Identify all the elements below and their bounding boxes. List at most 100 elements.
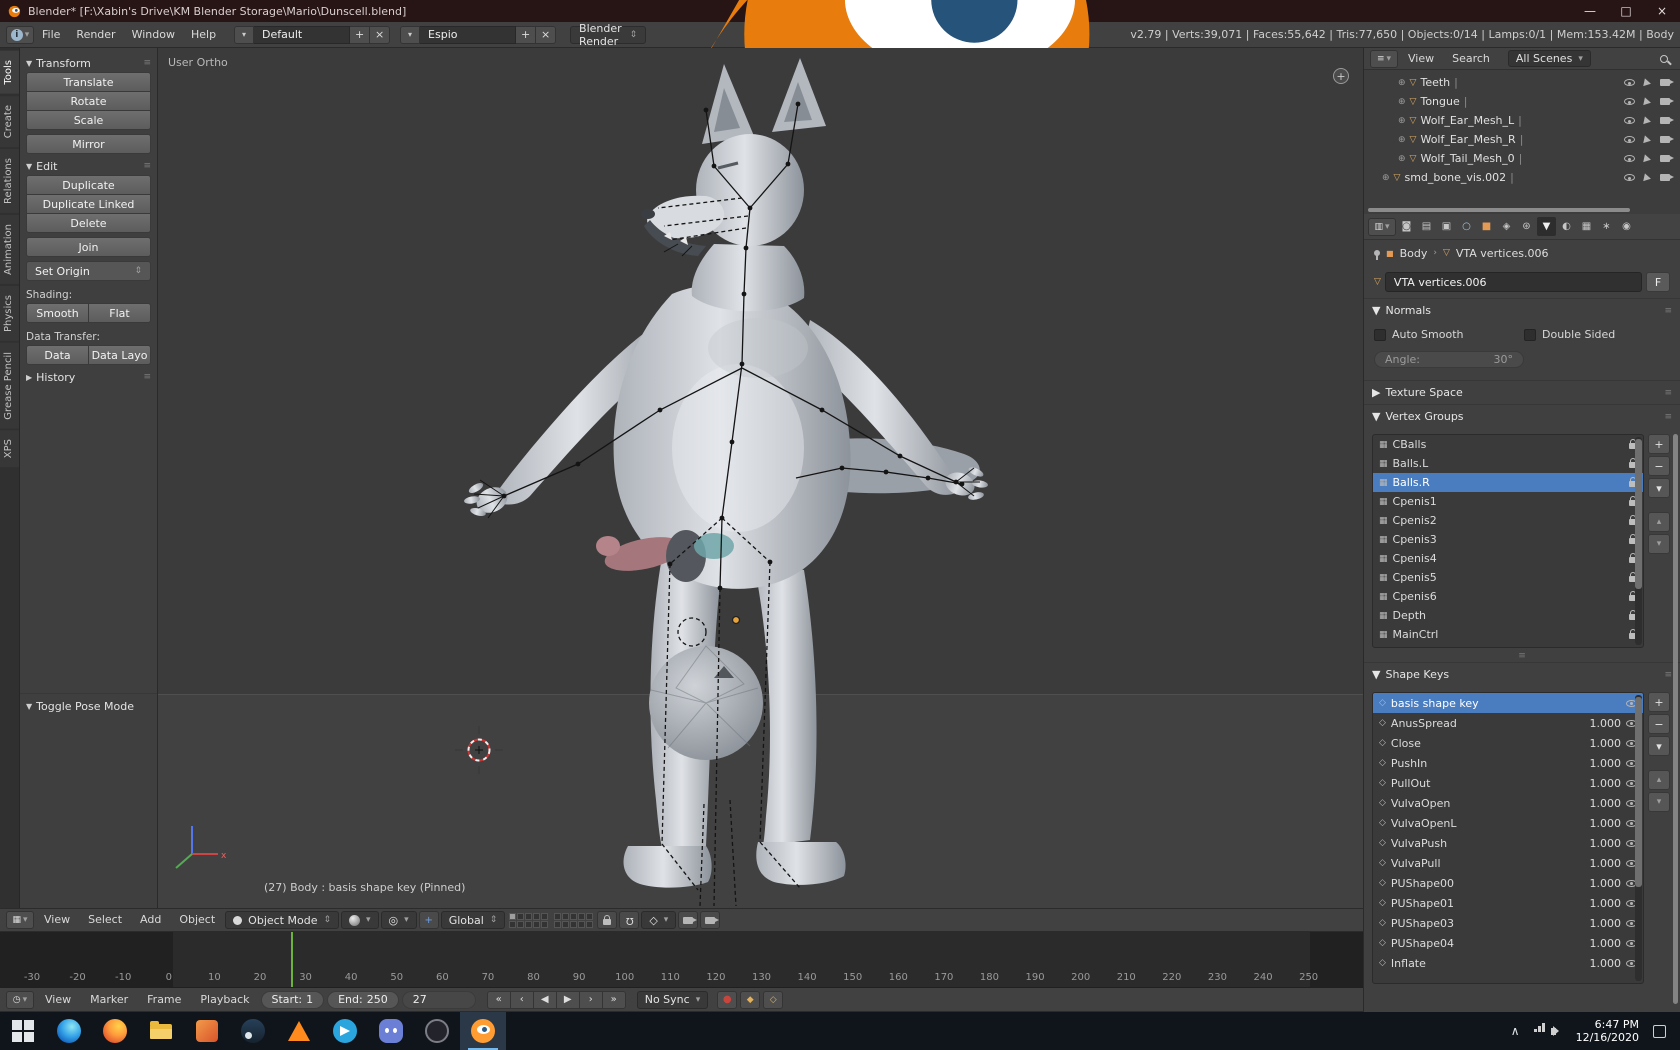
vertex-groups-panel-header[interactable]: ▼ Vertex Groups ≡ (1364, 404, 1680, 428)
vertex-group-label[interactable]: MainCtrl (1393, 628, 1439, 641)
texture-space-panel-header[interactable]: ▶ Texture Space ≡ (1364, 380, 1680, 404)
shape-key-label[interactable]: PUShape01 (1391, 897, 1454, 910)
shape-key-label[interactable]: PullOut (1391, 777, 1430, 790)
shape-key-label[interactable]: PushIn (1391, 757, 1427, 770)
maximize-button[interactable]: □ (1608, 0, 1644, 22)
volume-icon[interactable] (1551, 1028, 1556, 1035)
next-keyframe-button[interactable]: › (579, 991, 603, 1009)
vertex-group-row-selected[interactable]: ▦Balls.R (1373, 473, 1643, 492)
tab-grease-pencil[interactable]: Grease Pencil (0, 343, 19, 429)
shape-key-value[interactable]: 1.000 (1590, 837, 1622, 850)
shape-key-value[interactable]: 1.000 (1590, 917, 1622, 930)
move-group-up-button[interactable]: ▴ (1648, 512, 1670, 532)
shape-key-row[interactable]: ◇VulvaOpen1.000 (1373, 793, 1643, 813)
vertex-group-row[interactable]: ▦Balls.L (1373, 454, 1643, 473)
play-button[interactable]: ▶ (556, 991, 580, 1009)
vertex-group-label[interactable]: Cpenis6 (1393, 590, 1437, 603)
delete-button[interactable]: Delete (26, 213, 151, 233)
taskbar-clock[interactable]: 6:47 PM 12/16/2020 (1576, 1018, 1639, 1044)
scrollbar-thumb[interactable] (1635, 697, 1642, 887)
tab-xps[interactable]: XPS (0, 430, 19, 467)
shape-key-row[interactable]: ◇Inflate1.000 (1373, 953, 1643, 973)
add-shape-key-button[interactable]: + (1648, 692, 1670, 712)
vertex-group-label[interactable]: Cpenis2 (1393, 514, 1437, 527)
vertex-group-label[interactable]: Cpenis1 (1393, 495, 1437, 508)
tab-scene[interactable]: ▣ (1437, 217, 1456, 236)
vertex-group-row[interactable]: ▦Cpenis5 (1373, 568, 1643, 587)
shape-key-value[interactable]: 1.000 (1590, 937, 1622, 950)
scene-browse-icon[interactable]: ▾ (400, 26, 420, 44)
selectability-icon[interactable] (1643, 116, 1652, 125)
remove-shape-key-button[interactable]: − (1648, 714, 1670, 734)
selectability-icon[interactable] (1643, 173, 1652, 182)
tl-menu-view[interactable]: View (37, 987, 79, 1013)
snap-magnet-button[interactable]: Ω (619, 911, 639, 929)
shape-key-label[interactable]: VulvaOpen (1391, 797, 1450, 810)
tab-tools[interactable]: Tools (0, 51, 19, 94)
shape-key-row[interactable]: ◇Close1.000 (1373, 733, 1643, 753)
outliner-editor-type-button[interactable]: ≡ ▾ (1370, 50, 1398, 68)
vertex-group-row[interactable]: ▦Cpenis4 (1373, 549, 1643, 568)
taskbar-file-explorer-icon[interactable] (138, 1012, 184, 1050)
normals-panel-header[interactable]: ▼ Normals ≡ (1364, 298, 1680, 322)
double-sided-checkbox[interactable] (1524, 329, 1536, 341)
vertex-group-label[interactable]: Cpenis4 (1393, 552, 1437, 565)
vp-menu-view[interactable]: View (36, 907, 78, 933)
visibility-eye-icon[interactable] (1624, 98, 1635, 105)
operator-panel-header[interactable]: ▼ Toggle Pose Mode (26, 697, 151, 715)
visibility-eye-icon[interactable] (1624, 117, 1635, 124)
selectability-icon[interactable] (1643, 78, 1652, 87)
datablock-name-field[interactable]: VTA vertices.006 (1385, 272, 1642, 292)
outliner-horizontal-scrollbar[interactable] (1368, 208, 1630, 212)
lock-to-scene-button[interactable] (597, 911, 617, 929)
vertex-group-row[interactable]: ▦Cpenis1 (1373, 492, 1643, 511)
shape-keys-panel-header[interactable]: ▼ Shape Keys ≡ (1364, 662, 1680, 686)
pin-icon[interactable] (1374, 250, 1380, 256)
add-vertex-group-button[interactable]: + (1648, 434, 1670, 454)
move-key-down-button[interactable]: ▾ (1648, 792, 1670, 812)
shape-key-row[interactable]: ◇PUShape041.000 (1373, 933, 1643, 953)
vertex-group-row[interactable]: ▦Cpenis3 (1373, 530, 1643, 549)
outliner-row[interactable]: ⊕ ▽ smd_bone_vis.002 | (1364, 168, 1680, 187)
vertex-group-label[interactable]: Balls.R (1393, 476, 1430, 489)
outliner-item-label[interactable]: Wolf_Ear_Mesh_R (1420, 133, 1515, 146)
shape-key-row[interactable]: ◇PushIn1.000 (1373, 753, 1643, 773)
shape-key-label[interactable]: VulvaOpenL (1391, 817, 1457, 830)
vertex-group-row[interactable]: ▦Cpenis6 (1373, 587, 1643, 606)
shape-key-value[interactable]: 1.000 (1590, 757, 1622, 770)
shape-key-value[interactable]: 1.000 (1590, 877, 1622, 890)
taskbar-telegram-icon[interactable] (322, 1012, 368, 1050)
visibility-eye-icon[interactable] (1624, 174, 1635, 181)
shape-key-label[interactable]: PUShape04 (1391, 937, 1454, 950)
network-icon[interactable] (1534, 1029, 1537, 1032)
taskbar-vlc-icon[interactable] (276, 1012, 322, 1050)
render-visibility-icon[interactable] (1660, 117, 1670, 124)
shape-key-row-selected[interactable]: ◇basis shape key (1373, 693, 1643, 713)
vp-menu-object[interactable]: Object (171, 907, 223, 933)
vp-menu-add[interactable]: Add (132, 907, 169, 933)
edit-panel-header[interactable]: ▼ Edit ≡ (26, 157, 151, 175)
tab-world[interactable]: ○ (1457, 217, 1476, 236)
render-engine-dropdown[interactable]: Blender Render ⇕ (570, 26, 646, 44)
sync-dropdown[interactable]: No Sync ▾ (637, 991, 709, 1009)
outliner-menu-search[interactable]: Search (1444, 46, 1498, 72)
scrollbar-thumb[interactable] (1635, 439, 1642, 589)
layers-widget-group1[interactable] (509, 913, 548, 928)
shape-key-value[interactable]: 1.000 (1590, 957, 1622, 970)
timeline-editor-type-button[interactable]: ◷ ▾ (6, 991, 34, 1009)
vertex-group-row[interactable]: ▦Cpenis2 (1373, 511, 1643, 530)
fake-user-button[interactable]: F (1646, 272, 1670, 292)
viewport-shading-dropdown[interactable]: ▾ (341, 911, 379, 929)
tab-constraints[interactable]: ◈ (1497, 217, 1516, 236)
shape-key-row[interactable]: ◇PUShape031.000 (1373, 913, 1643, 933)
selectability-icon[interactable] (1643, 97, 1652, 106)
remove-vertex-group-button[interactable]: − (1648, 456, 1670, 476)
tl-menu-marker[interactable]: Marker (82, 987, 136, 1013)
outliner-item-label[interactable]: Tongue (1420, 95, 1459, 108)
auto-smooth-checkbox[interactable] (1374, 329, 1386, 341)
move-group-down-button[interactable]: ▾ (1648, 534, 1670, 554)
minimize-button[interactable]: — (1572, 0, 1608, 22)
shape-key-row[interactable]: ◇VulvaOpenL1.000 (1373, 813, 1643, 833)
vertex-group-label[interactable]: Cpenis5 (1393, 571, 1437, 584)
tab-animation[interactable]: Animation (0, 215, 19, 284)
